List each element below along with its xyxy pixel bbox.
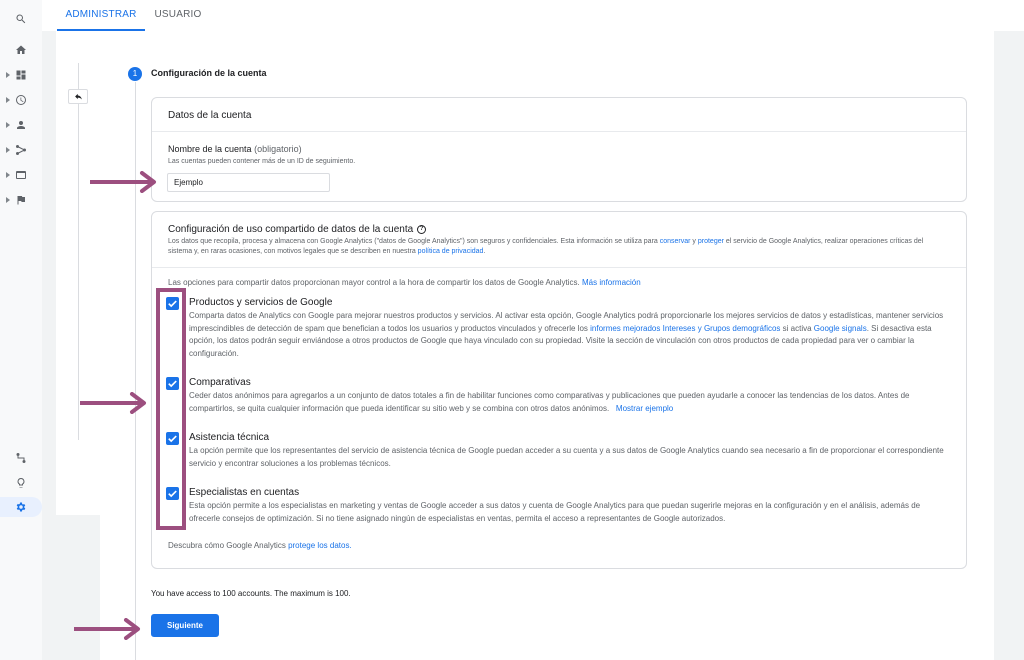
desc-text: . bbox=[483, 248, 486, 255]
behavior-icon[interactable] bbox=[0, 165, 42, 185]
desc-text: y bbox=[690, 238, 698, 245]
column-divider bbox=[78, 63, 79, 440]
required-hint: (obligatorio) bbox=[254, 144, 302, 154]
proteger-link[interactable]: proteger bbox=[698, 238, 724, 245]
option-desc-text: si activa bbox=[780, 323, 814, 333]
checkbox-highlight-box bbox=[156, 288, 186, 530]
desc-text: Los datos que recopila, procesa y almace… bbox=[168, 238, 660, 245]
back-button[interactable] bbox=[68, 89, 88, 104]
privacy-policy-link[interactable]: política de privacidad bbox=[418, 248, 484, 255]
person-icon[interactable] bbox=[0, 115, 42, 135]
flag-icon[interactable] bbox=[0, 190, 42, 210]
clock-icon[interactable] bbox=[0, 90, 42, 110]
next-button[interactable]: Siguiente bbox=[151, 614, 219, 637]
option-description: Esta opción permite a los especialistas … bbox=[189, 501, 921, 523]
account-name-label-text: Nombre de la cuenta bbox=[168, 144, 252, 154]
data-protection-note: Descubra cómo Google Analytics protege l… bbox=[168, 541, 352, 550]
conservar-link[interactable]: conservar bbox=[660, 238, 691, 245]
show-example-link[interactable]: Mostrar ejemplo bbox=[616, 404, 673, 413]
demographics-reports-link[interactable]: informes mejorados Intereses y Grupos de… bbox=[590, 324, 780, 333]
step-title: Configuración de la cuenta bbox=[151, 68, 267, 78]
card-header bbox=[152, 98, 966, 132]
sharing-intro: Las opciones para compartir datos propor… bbox=[168, 278, 641, 287]
annotation-arrow bbox=[90, 171, 160, 193]
lightbulb-icon[interactable] bbox=[0, 473, 42, 493]
option-description: Ceder datos anónimos para agregarlos a u… bbox=[189, 390, 949, 415]
option-desc-text: Ceder datos anónimos para agregarlos a u… bbox=[189, 391, 910, 413]
tab-usuario[interactable]: USUARIO bbox=[148, 0, 208, 31]
account-name-input[interactable] bbox=[167, 173, 330, 192]
acquisition-icon[interactable] bbox=[0, 140, 42, 160]
sharing-card-title-text: Configuración de uso compartido de datos… bbox=[168, 224, 414, 235]
step-connector-line bbox=[135, 82, 136, 660]
data-protection-text: Descubra cómo Google Analytics bbox=[168, 541, 289, 550]
search-icon[interactable] bbox=[0, 9, 42, 29]
account-card-title: Datos de la cuenta bbox=[168, 110, 252, 121]
account-name-hint: Las cuentas pueden contener más de un ID… bbox=[168, 158, 356, 165]
dashboard-icon[interactable] bbox=[0, 65, 42, 85]
top-tabs: ADMINISTRAR USUARIO bbox=[42, 0, 1024, 31]
left-nav bbox=[0, 0, 42, 660]
option-title: Productos y servicios de Google bbox=[189, 297, 333, 308]
home-icon[interactable] bbox=[0, 40, 42, 60]
gear-icon[interactable] bbox=[0, 497, 42, 517]
more-info-link[interactable]: Más información bbox=[582, 278, 641, 287]
account-data-card: Datos de la cuenta Nombre de la cuenta (… bbox=[151, 97, 967, 202]
data-sharing-card: Configuración de uso compartido de datos… bbox=[151, 211, 967, 569]
option-title: Asistencia técnica bbox=[189, 432, 270, 443]
sharing-card-title: Configuración de uso compartido de datos… bbox=[168, 224, 427, 235]
annotation-arrow bbox=[80, 392, 150, 414]
data-protection-link[interactable]: protege los datos. bbox=[288, 541, 352, 550]
sharing-card-description: Los datos que recopila, procesa y almace… bbox=[168, 237, 948, 257]
tab-administrar[interactable]: ADMINISTRAR bbox=[57, 0, 145, 31]
google-signals-link[interactable]: Google signals bbox=[814, 324, 867, 333]
step-number-badge: 1 bbox=[128, 67, 142, 81]
back-arrow-icon bbox=[74, 93, 82, 100]
route-icon[interactable] bbox=[0, 448, 42, 468]
option-title: Comparativas bbox=[189, 377, 251, 388]
annotation-arrow bbox=[74, 618, 144, 640]
option-title: Especialistas en cuentas bbox=[189, 487, 300, 498]
option-description: La opción permite que los representantes… bbox=[189, 446, 944, 468]
account-name-label: Nombre de la cuenta (obligatorio) bbox=[168, 144, 302, 154]
option-description: Comparta datos de Analytics con Google p… bbox=[189, 310, 949, 360]
sharing-intro-text: Las opciones para compartir datos propor… bbox=[168, 278, 580, 287]
account-limit-note: You have access to 100 accounts. The max… bbox=[151, 589, 351, 598]
help-icon[interactable]: ? bbox=[417, 225, 427, 234]
